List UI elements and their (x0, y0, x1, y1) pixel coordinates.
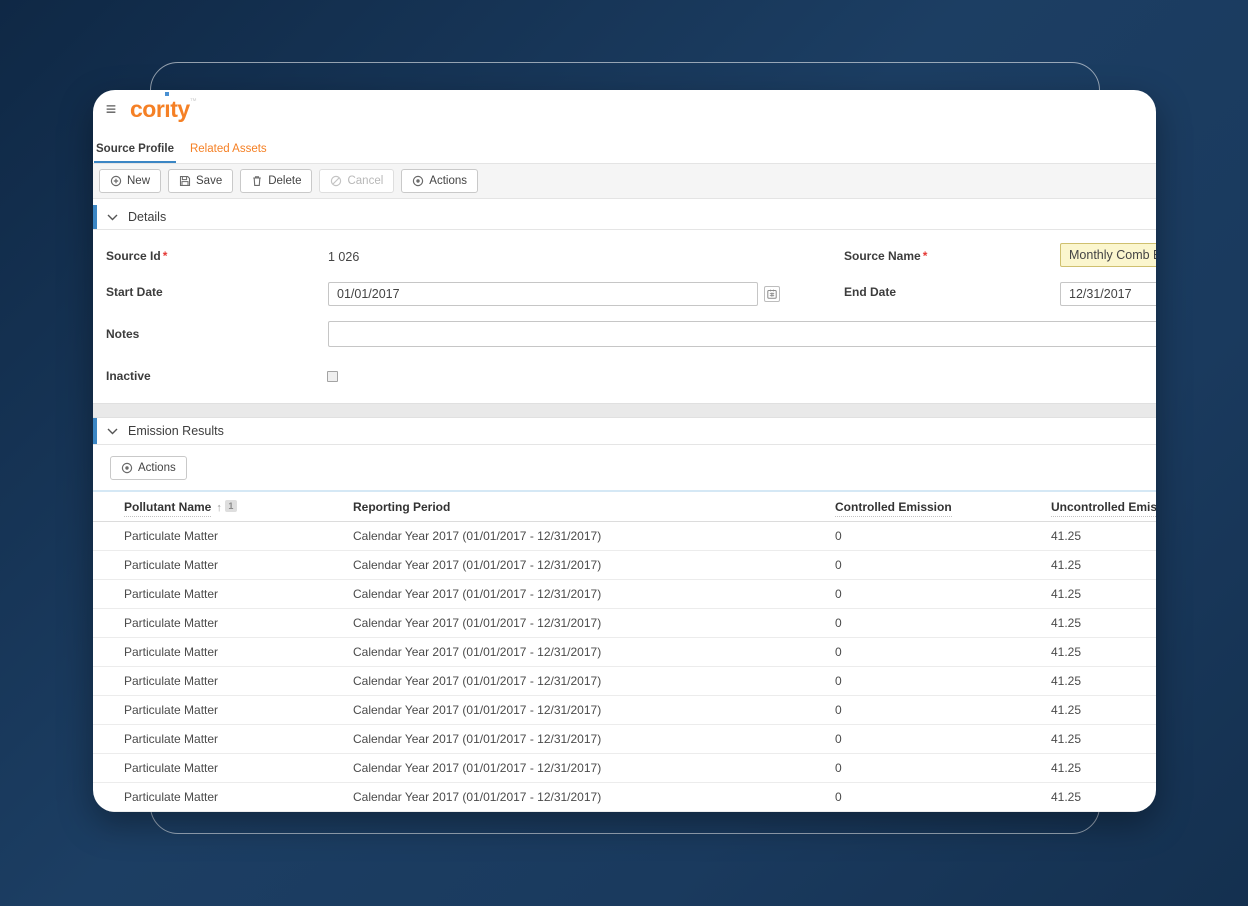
source-id-value: 1 026 (328, 250, 359, 264)
new-icon (110, 175, 122, 187)
sort-ascending-icon[interactable]: ↑ (216, 502, 222, 514)
table-row[interactable]: Particulate Matter Calendar Year 2017 (0… (93, 522, 1156, 551)
tab-bar: Source Profile Related Assets (93, 128, 1156, 163)
start-date-label: Start Date (106, 285, 163, 299)
section-divider (93, 403, 1156, 418)
record-toolbar: New Save Delete Cancel Actions (93, 163, 1156, 199)
details-section-header: Details (93, 205, 1156, 230)
source-name-input[interactable] (1060, 243, 1156, 267)
start-date-input[interactable] (328, 282, 758, 306)
inactive-checkbox[interactable] (327, 371, 338, 382)
details-form: Source Id* 1 026 Source Name* Start Date… (93, 230, 1156, 403)
table-header-row: Pollutant Name↑1 Reporting Period Contro… (93, 492, 1156, 522)
actions-icon (121, 462, 133, 474)
end-date-input[interactable] (1060, 282, 1156, 306)
save-icon (179, 175, 191, 187)
chevron-down-icon[interactable] (107, 214, 118, 221)
actions-icon (412, 175, 424, 187)
column-header-pollutant-name: Pollutant Name↑1 (93, 500, 353, 514)
cancel-button[interactable]: Cancel (319, 169, 394, 193)
section-accent-bar (93, 205, 97, 229)
table-row[interactable]: Particulate Matter Calendar Year 2017 (0… (93, 638, 1156, 667)
source-name-label: Source Name* (844, 249, 927, 263)
end-date-label: End Date (844, 285, 896, 299)
emission-results-table: Pollutant Name↑1 Reporting Period Contro… (93, 490, 1156, 812)
app-header: ≡ corıty™ (93, 90, 1156, 128)
sort-order-badge: 1 (225, 500, 237, 512)
section-accent-bar (93, 418, 97, 444)
save-button[interactable]: Save (168, 169, 233, 193)
section-title: Emission Results (128, 424, 224, 438)
calendar-icon[interactable] (764, 286, 780, 302)
app-window: ≡ corıty™ Source Profile Related Assets … (93, 90, 1156, 812)
cority-logo: corıty™ (130, 98, 196, 121)
notes-label: Notes (106, 327, 139, 341)
actions-button[interactable]: Actions (401, 169, 478, 193)
trash-icon (251, 175, 263, 187)
chevron-down-icon[interactable] (107, 428, 118, 435)
section-title: Details (128, 210, 166, 224)
tab-source-profile[interactable]: Source Profile (94, 137, 176, 163)
table-row[interactable]: Particulate Matter Calendar Year 2017 (0… (93, 783, 1156, 812)
table-row[interactable]: Particulate Matter Calendar Year 2017 (0… (93, 551, 1156, 580)
tab-related-assets[interactable]: Related Assets (188, 137, 269, 163)
inactive-label: Inactive (106, 369, 151, 383)
table-row[interactable]: Particulate Matter Calendar Year 2017 (0… (93, 696, 1156, 725)
delete-button[interactable]: Delete (240, 169, 312, 193)
emission-results-section-header: Emission Results (93, 418, 1156, 445)
column-header-uncontrolled-emission: Uncontrolled Emission (1051, 500, 1156, 514)
notes-input[interactable] (328, 321, 1156, 347)
column-header-controlled-emission: Controlled Emission (835, 500, 1051, 514)
table-row[interactable]: Particulate Matter Calendar Year 2017 (0… (93, 667, 1156, 696)
cancel-icon (330, 175, 342, 187)
table-row[interactable]: Particulate Matter Calendar Year 2017 (0… (93, 725, 1156, 754)
grid-actions-button[interactable]: Actions (110, 456, 187, 480)
table-row[interactable]: Particulate Matter Calendar Year 2017 (0… (93, 754, 1156, 783)
table-row[interactable]: Particulate Matter Calendar Year 2017 (0… (93, 609, 1156, 638)
new-button[interactable]: New (99, 169, 161, 193)
table-row[interactable]: Particulate Matter Calendar Year 2017 (0… (93, 580, 1156, 609)
logo-i-dot (165, 92, 169, 96)
hamburger-menu-icon[interactable]: ≡ (100, 100, 122, 118)
source-id-label: Source Id* (106, 249, 167, 263)
grid-toolbar: Actions (93, 445, 1156, 490)
column-header-reporting-period[interactable]: Reporting Period (353, 500, 835, 514)
